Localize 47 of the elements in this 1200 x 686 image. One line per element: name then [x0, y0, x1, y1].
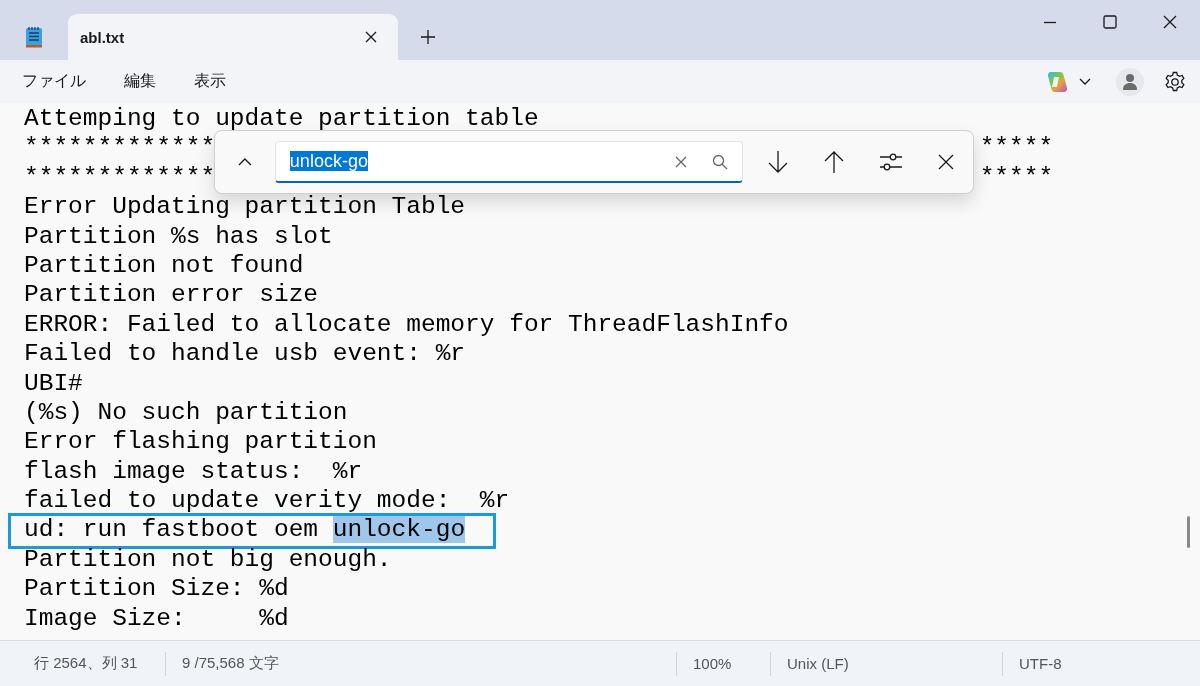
- account-button[interactable]: [1116, 67, 1144, 96]
- text-line: *****: [979, 163, 1054, 191]
- file-tab[interactable]: abl.txt: [68, 14, 398, 60]
- text-line: Partition not big enough.: [24, 545, 392, 573]
- text-line: Image Size: %d: [24, 604, 289, 632]
- text-line: Error Updating partition Table: [24, 193, 466, 221]
- clear-icon[interactable]: [674, 154, 688, 169]
- text-line: Partition Size: %d: [24, 575, 289, 603]
- text-line: Error flashing partition: [24, 428, 377, 456]
- text-line: ud: run fastboot oem unlock-go: [24, 516, 466, 544]
- status-text: Unix (LF): [787, 655, 849, 672]
- scrollbar-thumb[interactable]: [1187, 516, 1190, 548]
- status-text: 100%: [693, 655, 732, 672]
- notepad-icon: [24, 25, 44, 49]
- status-text: 9 /75,568 文字: [182, 654, 279, 673]
- menu-item[interactable]: ファイル: [10, 67, 98, 96]
- text-line: Partition error size: [24, 281, 319, 309]
- text-line: *****: [979, 134, 1054, 162]
- text-line: flash image status: %r: [24, 457, 363, 485]
- search-field[interactable]: unlock-go: [274, 141, 743, 183]
- person-icon: [1122, 72, 1138, 91]
- maximize-icon[interactable]: [1102, 14, 1118, 30]
- text-line: UBI#: [24, 369, 83, 397]
- sliders-icon[interactable]: [879, 152, 903, 172]
- plus-icon[interactable]: [420, 29, 436, 45]
- search-icon[interactable]: [712, 153, 728, 170]
- chevron-up-icon[interactable]: [237, 157, 253, 167]
- settings-icon[interactable]: [1164, 70, 1186, 93]
- chevron-down-icon[interactable]: [1078, 76, 1092, 87]
- text-line: Partition %s has slot: [24, 222, 333, 250]
- close-icon[interactable]: [937, 153, 955, 171]
- text-line: Attemping to update partition table: [24, 105, 539, 132]
- text-line: failed to update verity mode: %r: [24, 487, 510, 515]
- arrow-down-icon[interactable]: [767, 150, 789, 174]
- text-line: *************: [24, 163, 216, 191]
- status-text: UTF-8: [1019, 655, 1062, 672]
- text-line: (%s) No such partition: [24, 398, 348, 426]
- menu-item[interactable]: 編集: [112, 67, 168, 96]
- close-icon[interactable]: [364, 30, 378, 44]
- text-line: ERROR: Failed to allocate memory for ThreadFlashInfo: [24, 310, 789, 338]
- menu-item[interactable]: 表示: [182, 67, 238, 96]
- close-icon[interactable]: [1162, 14, 1178, 30]
- text-line: Partition not found: [24, 251, 304, 279]
- status-text: 行 2564、列 31: [34, 654, 138, 673]
- text-line: *************: [24, 134, 216, 162]
- arrow-up-icon[interactable]: [823, 150, 845, 174]
- text-line: Failed to handle usb event: %r: [24, 340, 466, 368]
